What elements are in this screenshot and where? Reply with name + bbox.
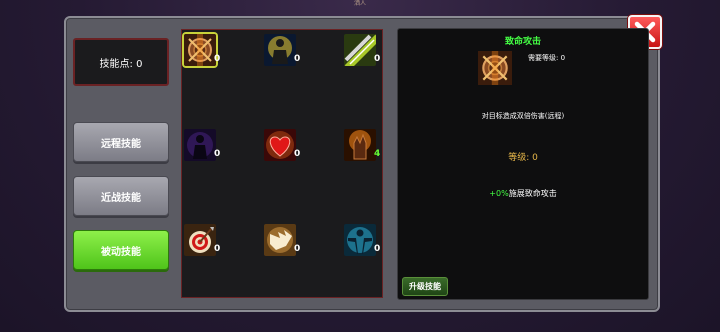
skill-level: 0 [374,54,381,64]
skill-level: 0 [294,244,301,254]
skill-level: 0 [214,149,221,159]
fire-fist-icon [344,129,376,161]
skill-name: 致命攻击 [504,37,541,47]
target-arrow-icon [184,224,216,256]
required-level: 需要等级: 0 [528,54,566,62]
skill-slot[interactable]: 0 [264,224,300,260]
skill-slot[interactable]: 0 [184,129,220,165]
skill-points-display: 技能点: 0 [73,38,169,86]
skill-slot[interactable]: 4 [344,129,380,165]
melee-skills-tab[interactable]: 近战技能 [73,176,169,216]
aura-figure-icon [344,224,376,256]
skill-slot-deadly-attack[interactable]: 0 [184,34,220,70]
effect-percent: +0% [489,189,509,198]
skill-level: 0 [294,149,301,159]
skill-slot[interactable]: 0 [344,224,380,260]
selected-skill-icon [478,51,512,85]
skill-level-label: 等级: 0 [508,153,538,163]
heart-icon [264,129,296,161]
skill-level: 0 [214,244,221,254]
skill-description: 对目标造成双倍伤害(远程) [481,112,565,120]
skill-detail-panel: 致命攻击 需要等级: 0 对目标造成双倍伤害(远程) 等级: 0 +0%施展致命… [397,28,649,300]
skill-level: 0 [374,244,381,254]
effect-text: 施展致命攻击 [508,189,557,198]
skill-effect: +0%施展致命攻击 [398,188,648,199]
skill-level: 0 [214,54,221,64]
skill-level: 4 [374,149,381,159]
skill-slot[interactable]: 0 [184,224,220,260]
blade-strike-icon [344,34,376,66]
crossed-swords-shield-icon [184,34,216,66]
ranged-skills-tab[interactable]: 远程技能 [73,122,169,162]
shadow-figure-icon [184,129,216,161]
skill-slot[interactable]: 0 [344,34,380,70]
passive-skills-tab[interactable]: 被动技能 [73,230,169,270]
top-label: 洒人 [353,0,366,7]
upgrade-skill-button[interactable]: 升级技能 [402,277,448,296]
glowing-warrior-icon [264,34,296,66]
winged-boot-icon [264,224,296,256]
skill-slot[interactable]: 0 [264,34,300,70]
skill-slot[interactable]: 0 [264,129,300,165]
skill-level: 0 [294,54,301,64]
